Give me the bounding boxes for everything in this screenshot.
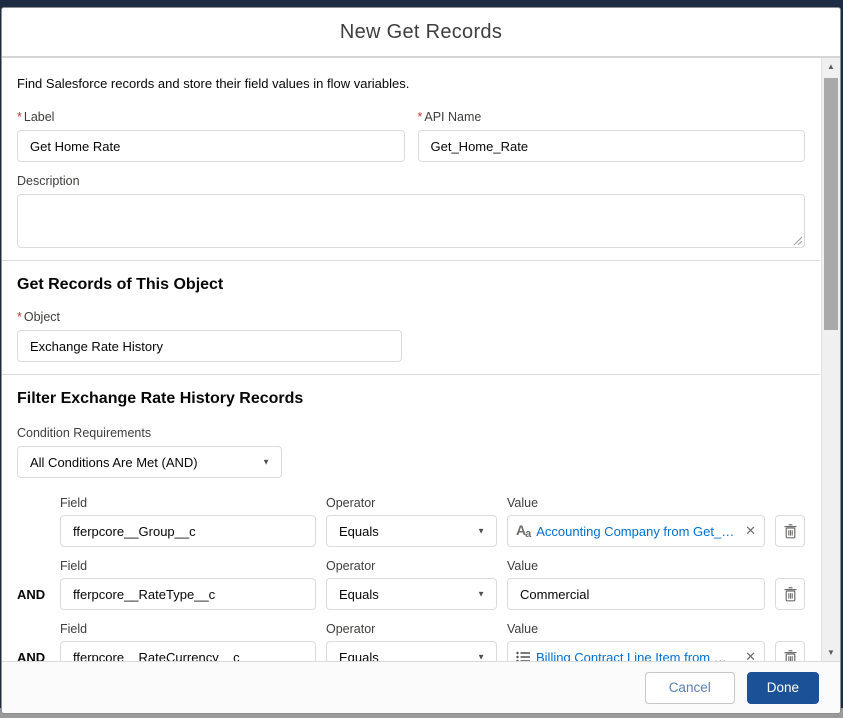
section-divider bbox=[2, 374, 820, 375]
filter-section-heading: Filter Exchange Rate History Records bbox=[17, 390, 304, 407]
logic-operator-label: AND bbox=[17, 586, 46, 602]
done-button[interactable]: Done bbox=[746, 671, 819, 704]
label-field-group: * Label bbox=[17, 110, 405, 162]
chevron-down-icon: ▼ bbox=[477, 526, 485, 536]
resource-link[interactable]: Accounting Company from Get_… bbox=[536, 524, 737, 539]
cancel-button[interactable]: Cancel bbox=[644, 671, 735, 704]
object-field-group: * Object bbox=[17, 310, 402, 362]
filter-operator-select[interactable]: Equals ▼ bbox=[326, 578, 497, 610]
required-indicator: * bbox=[17, 110, 22, 124]
condition-requirements-group: Condition Requirements All Conditions Ar… bbox=[17, 426, 805, 478]
delete-row-button[interactable] bbox=[775, 641, 805, 661]
object-section-heading: Get Records of This Object bbox=[17, 276, 224, 293]
label-field-label: * Label bbox=[17, 110, 55, 124]
filter-field-input[interactable] bbox=[60, 641, 316, 661]
modal-header: New Get Records bbox=[2, 8, 840, 58]
chevron-down-icon: ▼ bbox=[477, 589, 485, 599]
record-list-icon bbox=[516, 651, 530, 661]
filter-value-input[interactable] bbox=[507, 578, 765, 610]
delete-row-button[interactable] bbox=[775, 578, 805, 610]
field-column-label: Field bbox=[60, 496, 88, 510]
new-get-records-modal: New Get Records Find Salesforce records … bbox=[1, 7, 841, 714]
close-icon[interactable]: ✕ bbox=[743, 523, 756, 539]
filter-value-resource-pill[interactable]: Billing Contract Line Item from … ✕ bbox=[507, 641, 765, 661]
scrollbar-up-arrow-icon[interactable]: ▲ bbox=[822, 58, 840, 75]
field-column-label: Field bbox=[60, 622, 88, 636]
chevron-down-icon: ▼ bbox=[477, 652, 485, 662]
filter-row: Field Operator Value Equals ▼ Aa Account… bbox=[17, 478, 805, 547]
modal-title: New Get Records bbox=[339, 20, 503, 43]
filter-operator-select[interactable]: Equals ▼ bbox=[326, 515, 497, 547]
condition-requirements-label: Condition Requirements bbox=[17, 426, 152, 440]
description-field-label: Description bbox=[17, 174, 80, 188]
filter-field-input[interactable] bbox=[60, 515, 316, 547]
modal-footer: Cancel Done bbox=[2, 661, 840, 713]
trash-icon bbox=[784, 586, 796, 601]
trash-icon bbox=[784, 649, 796, 661]
scrollbar-down-arrow-icon[interactable]: ▼ bbox=[822, 644, 840, 661]
value-column-label: Value bbox=[507, 559, 539, 573]
value-column-label: Value bbox=[507, 496, 539, 510]
value-column-label: Value bbox=[507, 622, 539, 636]
description-textarea[interactable] bbox=[17, 194, 805, 248]
api-name-field-label: * API Name bbox=[417, 110, 482, 124]
operator-column-label: Operator bbox=[326, 559, 376, 573]
trash-icon bbox=[784, 523, 796, 538]
modal-body: Find Salesforce records and store their … bbox=[2, 58, 840, 661]
chevron-down-icon: ▼ bbox=[262, 457, 270, 467]
logic-operator-label: AND bbox=[17, 649, 46, 662]
filter-row: Field Operator Value AND Equals ▼ bbox=[17, 547, 805, 610]
api-name-input[interactable] bbox=[417, 130, 805, 162]
modal-body-content: Find Salesforce records and store their … bbox=[2, 58, 820, 661]
field-column-label: Field bbox=[60, 559, 88, 573]
label-input[interactable] bbox=[17, 130, 405, 162]
resize-grip-icon[interactable] bbox=[792, 235, 802, 245]
required-indicator: * bbox=[17, 310, 22, 324]
delete-row-button[interactable] bbox=[775, 515, 805, 547]
filter-field-input[interactable] bbox=[60, 578, 316, 610]
description-field-group: Description bbox=[17, 174, 805, 248]
required-indicator: * bbox=[417, 110, 423, 124]
resource-link[interactable]: Billing Contract Line Item from … bbox=[536, 650, 737, 662]
close-icon[interactable]: ✕ bbox=[743, 649, 756, 661]
operator-column-label: Operator bbox=[326, 622, 376, 636]
intro-text: Find Salesforce records and store their … bbox=[17, 76, 410, 91]
text-type-icon: Aa bbox=[516, 522, 531, 540]
api-name-field-group: * API Name bbox=[417, 110, 805, 162]
vertical-scrollbar[interactable]: ▲ ▼ bbox=[821, 58, 840, 661]
condition-requirements-select[interactable]: All Conditions Are Met (AND) ▼ bbox=[17, 446, 282, 478]
label-api-row: *Label *API Name bbox=[17, 110, 805, 162]
filter-row: Field Operator Value AND Equals ▼ bbox=[17, 610, 805, 661]
operator-column-label: Operator bbox=[326, 496, 376, 510]
filter-operator-select[interactable]: Equals ▼ bbox=[326, 641, 497, 661]
object-input[interactable] bbox=[17, 330, 402, 362]
filter-value-resource-pill[interactable]: Aa Accounting Company from Get_… ✕ bbox=[507, 515, 765, 547]
scrollbar-thumb[interactable] bbox=[824, 78, 838, 330]
object-field-label: * Object bbox=[17, 310, 61, 324]
section-divider bbox=[2, 260, 820, 261]
